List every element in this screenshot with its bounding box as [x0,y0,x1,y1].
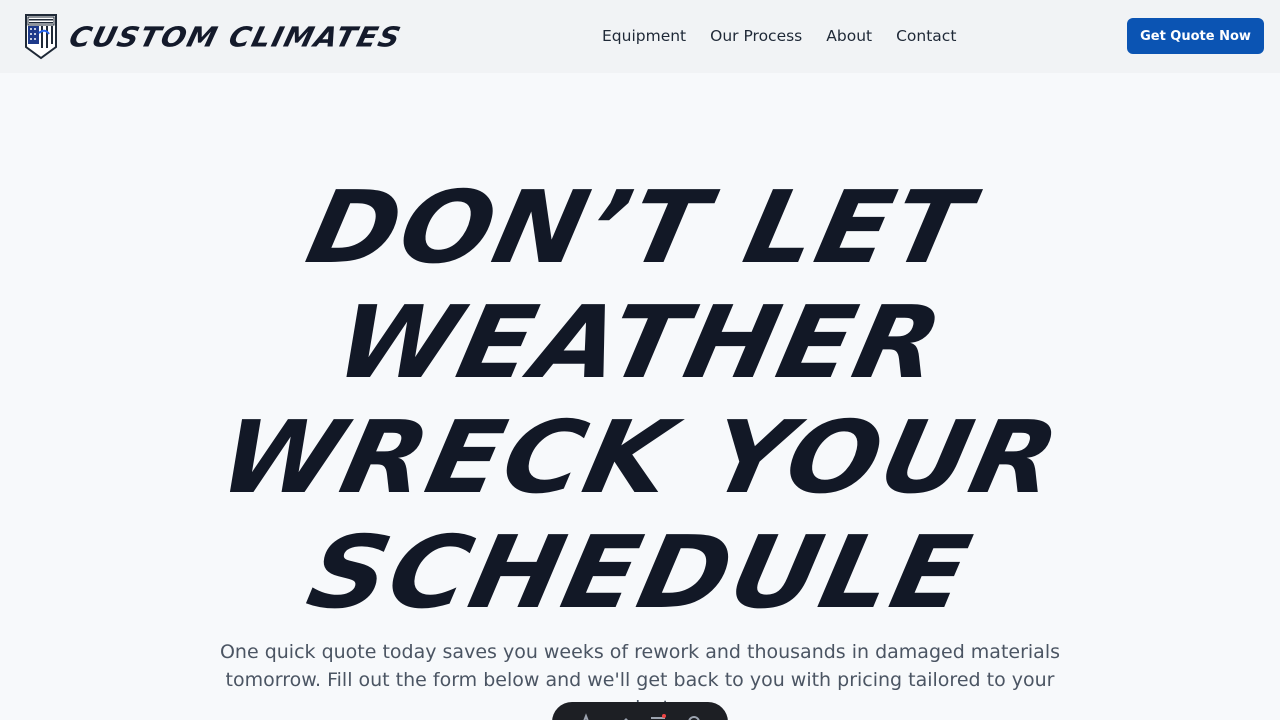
nav-link-about[interactable]: About [826,24,872,48]
menu-icon[interactable] [649,713,667,720]
brand-logo-link[interactable]: CUSTOM CLIMATES [24,13,405,60]
hero-title-line: SCHEDULE [298,514,982,631]
get-quote-button[interactable]: Get Quote Now [1127,18,1264,54]
nav-link-equipment[interactable]: Equipment [602,24,686,48]
site-header: CUSTOM CLIMATES Equipment Our Process Ab… [0,0,1280,73]
hero-title-line: WRECK YOUR [209,399,1071,516]
hero-title: DON’T LET WEATHER WRECK YOUR SCHEDULE [0,169,1280,631]
main-nav: Equipment Our Process About Contact [602,24,956,48]
nav-link-our-process[interactable]: Our Process [710,24,802,48]
nav-link-contact[interactable]: Contact [896,24,956,48]
hero-title-line: DON’T LET [297,169,983,286]
settings-icon[interactable] [685,713,703,720]
shield-logo-icon [25,14,57,60]
floating-toolbar [552,702,728,720]
edit-icon[interactable] [613,713,631,720]
brand-name: CUSTOM CLIMATES [65,20,406,53]
hero-title-line: WEATHER [326,284,954,401]
inspect-icon[interactable] [577,713,595,720]
